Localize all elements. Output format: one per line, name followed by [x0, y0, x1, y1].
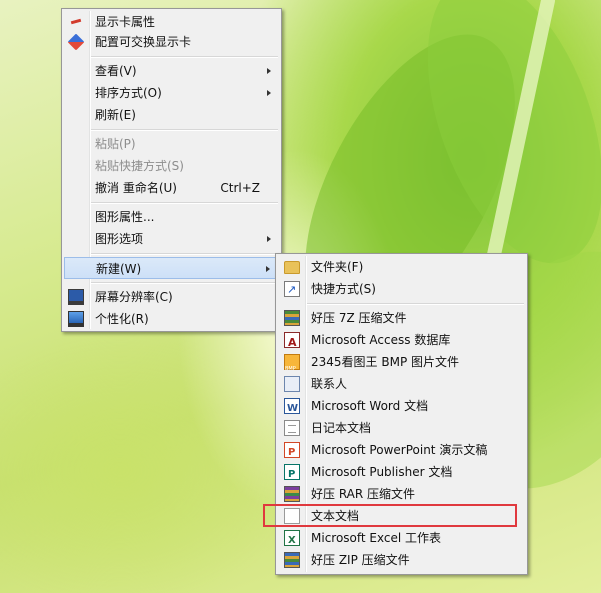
menu-separator	[91, 129, 278, 131]
menu-item-display-properties[interactable]: 显示卡属性	[64, 11, 279, 33]
submenu-arrow-icon	[267, 236, 271, 242]
menu-item-sort-by[interactable]: 排序方式(O)	[64, 82, 279, 104]
access-icon	[284, 332, 300, 354]
menu-item-personalize[interactable]: 个性化(R)	[64, 308, 279, 330]
menu-item-label: 快捷方式(S)	[311, 282, 376, 296]
contact-card-icon	[284, 376, 300, 392]
new-item-folder[interactable]: 文件夹(F)	[278, 256, 525, 278]
menu-item-label: 排序方式(O)	[95, 86, 162, 100]
menu-item-label: 新建(W)	[96, 262, 142, 276]
menu-item-label: 文件夹(F)	[311, 260, 364, 274]
menu-item-label: 图形选项	[95, 232, 144, 246]
menu-item-refresh[interactable]: 刷新(E)	[64, 104, 279, 126]
excel-icon	[284, 530, 300, 552]
menu-item-label: 好压 ZIP 压缩文件	[311, 553, 410, 567]
menu-item-label: 联系人	[311, 377, 348, 391]
menu-item-label: Microsoft Excel 工作表	[311, 531, 442, 545]
menu-item-label: 屏幕分辨率(C)	[95, 290, 173, 304]
menu-item-label: 粘贴(P)	[95, 137, 136, 151]
menu-item-label: 粘贴快捷方式(S)	[95, 159, 184, 173]
archive-icon	[284, 486, 300, 502]
new-item-powerpoint[interactable]: Microsoft PowerPoint 演示文稿	[278, 439, 525, 464]
folder-icon	[284, 261, 300, 274]
new-item-access-db[interactable]: Microsoft Access 数据库	[278, 329, 525, 354]
new-item-haozip-7z[interactable]: 好压 7Z 压缩文件	[278, 307, 525, 329]
submenu-arrow-icon	[267, 90, 271, 96]
new-item-haozip-zip[interactable]: 好压 ZIP 压缩文件	[278, 549, 525, 571]
word-document-icon	[284, 398, 300, 420]
keyboard-shortcut: Ctrl+Z	[220, 181, 260, 195]
menu-item-switchable-graphics[interactable]: 配置可交换显示卡	[64, 31, 279, 53]
menu-item-label: Microsoft PowerPoint 演示文稿	[311, 443, 488, 457]
graphics-card-icon	[68, 14, 84, 30]
menu-item-new[interactable]: 新建(W)	[64, 257, 279, 279]
new-item-word[interactable]: Microsoft Word 文档	[278, 395, 525, 420]
switchable-graphics-icon	[67, 33, 85, 51]
menu-item-paste[interactable]: 粘贴(P)	[64, 133, 279, 155]
submenu-arrow-icon	[266, 266, 270, 272]
menu-item-label: Microsoft Word 文档	[311, 399, 429, 413]
bmp-image-icon	[284, 354, 300, 380]
powerpoint-icon	[284, 442, 300, 464]
new-item-publisher[interactable]: Microsoft Publisher 文档	[278, 461, 525, 486]
new-item-journal[interactable]: 日记本文档	[278, 417, 525, 439]
menu-item-label: 刷新(E)	[95, 108, 136, 122]
menu-item-label: Microsoft Access 数据库	[311, 333, 451, 347]
archive-icon	[284, 310, 300, 326]
menu-item-label: 撤消 重命名(U)	[95, 181, 177, 195]
menu-item-label: 个性化(R)	[95, 312, 149, 326]
menu-separator	[91, 253, 278, 255]
menu-separator	[91, 56, 278, 58]
menu-item-label: 图形属性...	[95, 210, 155, 224]
new-item-shortcut[interactable]: 快捷方式(S)	[278, 278, 525, 301]
monitor-icon	[68, 289, 84, 305]
new-item-excel[interactable]: Microsoft Excel 工作表	[278, 527, 525, 552]
journal-icon	[284, 420, 300, 436]
publisher-icon	[284, 464, 300, 486]
menu-item-label: 2345看图王 BMP 图片文件	[311, 355, 459, 369]
shortcut-icon	[284, 279, 300, 301]
menu-item-label: 配置可交换显示卡	[95, 35, 192, 49]
personalize-icon	[68, 311, 84, 327]
menu-item-label: 查看(V)	[95, 64, 137, 78]
desktop-context-menu: 显示卡属性 配置可交换显示卡 查看(V) 排序方式(O) 刷新(E) 粘贴(P)…	[61, 8, 282, 332]
menu-item-view[interactable]: 查看(V)	[64, 60, 279, 82]
menu-item-graphics-options[interactable]: 图形选项	[64, 228, 279, 250]
menu-item-screen-resolution[interactable]: 屏幕分辨率(C)	[64, 286, 279, 308]
annotation-highlight-box	[263, 504, 517, 527]
menu-item-label: 好压 RAR 压缩文件	[311, 487, 416, 501]
new-item-contact[interactable]: 联系人	[278, 373, 525, 395]
new-item-haozip-rar[interactable]: 好压 RAR 压缩文件	[278, 483, 525, 505]
menu-item-label: 显示卡属性	[95, 15, 156, 29]
menu-item-paste-shortcut[interactable]: 粘贴快捷方式(S)	[64, 155, 279, 177]
menu-separator	[91, 202, 278, 204]
menu-item-label: Microsoft Publisher 文档	[311, 465, 453, 479]
submenu-arrow-icon	[267, 68, 271, 74]
menu-item-undo-rename[interactable]: 撤消 重命名(U) Ctrl+Z	[64, 177, 279, 199]
menu-separator	[91, 282, 278, 284]
archive-icon	[284, 552, 300, 568]
menu-item-label: 日记本文档	[311, 421, 372, 435]
menu-item-graphics-properties[interactable]: 图形属性...	[64, 206, 279, 228]
menu-separator	[307, 303, 524, 305]
menu-item-label: 好压 7Z 压缩文件	[311, 311, 407, 325]
new-item-bmp[interactable]: 2345看图王 BMP 图片文件	[278, 351, 525, 380]
